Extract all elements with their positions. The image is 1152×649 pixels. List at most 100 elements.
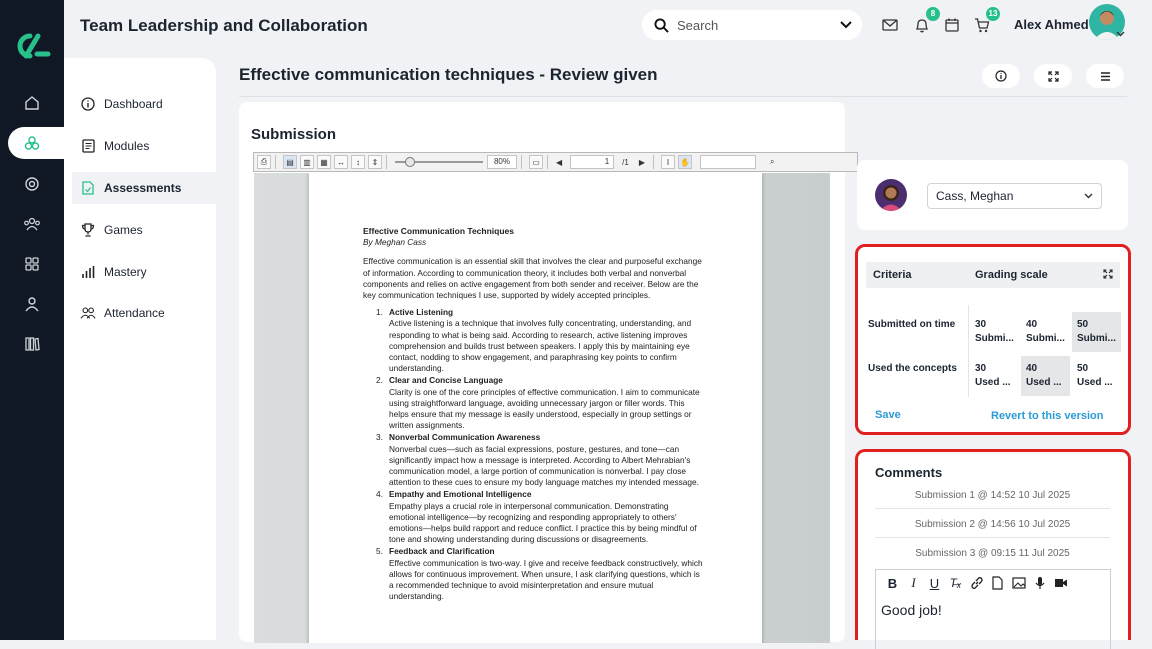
doc-item-title: Active Listening [389, 307, 454, 318]
clear-format-icon[interactable]: T̶ₓ [945, 576, 966, 590]
pdf-page: Effective Communication Techniques By Me… [309, 173, 762, 643]
info-button[interactable] [982, 64, 1020, 88]
document-icon[interactable] [987, 576, 1008, 590]
link-icon[interactable] [966, 576, 987, 590]
video-icon[interactable] [1050, 578, 1071, 588]
rubric-cell-points: 30 [975, 319, 987, 330]
bell-icon[interactable]: 8 [912, 7, 940, 35]
rubric-divider [968, 305, 969, 397]
fullscreen-button[interactable] [1034, 64, 1072, 88]
comments-panel: Comments Submission 1 @ 14:52 10 Jul 202… [855, 449, 1131, 649]
rubric-cell-points: 50 [1077, 319, 1089, 330]
page-title: Effective communication techniques - Rev… [239, 65, 658, 84]
print-icon[interactable]: ⎙ [257, 155, 271, 169]
doc-item-number: 2. [376, 375, 383, 386]
submission-heading: Submission [251, 126, 337, 143]
app-logo[interactable] [12, 32, 52, 60]
trophy-icon [80, 222, 96, 238]
student-avatar [875, 179, 907, 211]
search-box[interactable]: Search [642, 10, 862, 40]
image-icon[interactable] [1008, 577, 1029, 589]
doc-list-item: 5. Feedback and Clarification Effective co… [376, 546, 704, 602]
info-icon [995, 70, 1007, 82]
doc-item-text: Clarity is one of the core principles of… [389, 386, 700, 431]
rubric-cell[interactable]: 30 Used ... [970, 356, 1019, 396]
single-page-icon[interactable]: ▤ [283, 155, 297, 169]
pdf-viewport[interactable]: Effective Communication Techniques By Me… [254, 173, 830, 643]
menu-button[interactable] [1086, 64, 1124, 88]
underline-icon[interactable]: U [924, 576, 945, 591]
courses-icon[interactable] [8, 127, 64, 159]
comment-input[interactable]: Good job! [876, 596, 1110, 624]
thumbnail-grid-icon[interactable]: ▦ [317, 155, 331, 169]
student-select[interactable]: Cass, Meghan [927, 183, 1102, 209]
rubric-header-scale: Grading scale [975, 269, 1048, 281]
prev-page-icon[interactable]: ◀ [556, 158, 562, 167]
fit-width-icon[interactable]: ↔ [334, 155, 348, 169]
revert-button[interactable]: Revert to this version [991, 410, 1103, 422]
presentation-icon[interactable]: ▭ [529, 155, 543, 169]
search-input[interactable]: Search [677, 18, 840, 33]
sidebar-item-label: Mastery [104, 265, 147, 279]
submission-history-item[interactable]: Submission 3 @ 09:15 11 Jul 2025 [875, 548, 1110, 566]
fit-height-icon[interactable]: ↕ [351, 155, 365, 169]
fit-page-icon[interactable]: ⇕ [368, 155, 382, 169]
italic-icon[interactable]: I [903, 575, 924, 591]
chevron-down-icon[interactable] [840, 21, 852, 29]
doc-item-title: Feedback and Clarification [389, 546, 495, 557]
zoom-slider-handle[interactable] [405, 157, 415, 167]
modules-icon [80, 138, 96, 154]
target-icon[interactable] [20, 172, 44, 196]
rubric-cell[interactable]: 30 Submi... [970, 312, 1019, 352]
zoom-slider[interactable] [395, 157, 483, 167]
sidebar-item-mastery[interactable]: Mastery [72, 256, 216, 288]
sidebar-item-dashboard[interactable]: Dashboard [72, 88, 216, 120]
calendar-icon[interactable] [942, 15, 962, 35]
page-input[interactable]: 1 [570, 155, 615, 169]
doc-item-title: Clear and Concise Language [389, 375, 503, 386]
cart-icon[interactable]: 13 [972, 7, 1000, 35]
sidebar-item-assessments[interactable]: Assessments [72, 172, 216, 204]
two-page-icon[interactable]: ▥ [300, 155, 314, 169]
doc-item-number: 3. [376, 432, 383, 443]
student-select-value: Cass, Meghan [936, 189, 1014, 203]
rubric-cell-selected[interactable]: 40 Used ... [1021, 356, 1070, 396]
doc-item-number: 1. [376, 307, 383, 318]
cart-badge: 13 [986, 7, 1000, 21]
toolbar-separator [275, 155, 276, 169]
text-select-icon[interactable]: I [660, 155, 675, 169]
find-icon[interactable]: ⌕ [770, 157, 774, 167]
rubric-cell-label: Submi... [975, 333, 1014, 344]
audio-icon[interactable] [1029, 576, 1050, 590]
grid-icon[interactable] [20, 252, 44, 276]
hand-tool-icon[interactable]: ✋ [677, 155, 692, 169]
groups-icon[interactable] [20, 212, 44, 236]
sidebar-item-attendance[interactable]: Attendance [72, 297, 216, 329]
rubric-cell-selected[interactable]: 50 Submi... [1072, 312, 1121, 352]
bold-icon[interactable]: B [882, 576, 903, 591]
user-icon[interactable] [20, 292, 44, 316]
doc-list-item: 1. Active Listening Active listening is a … [376, 307, 704, 374]
doc-list-item: 2. Clear and Concise Language Clarity is o… [376, 375, 704, 431]
user-menu-chevron-icon[interactable] [1116, 31, 1125, 37]
rubric-cell[interactable]: 40 Submi... [1021, 312, 1070, 352]
mail-icon[interactable] [880, 15, 900, 35]
course-title: Team Leadership and Collaboration [80, 16, 368, 35]
next-page-icon[interactable]: ▶ [639, 158, 645, 167]
zoom-level[interactable]: 80% [487, 155, 517, 169]
notification-badge: 8 [926, 7, 940, 21]
sidebar-item-games[interactable]: Games [72, 214, 216, 246]
chevron-down-icon [1084, 193, 1093, 199]
submission-history-item[interactable]: Submission 2 @ 14:56 10 Jul 2025 [875, 519, 1110, 538]
find-input[interactable] [699, 155, 756, 169]
home-icon[interactable] [20, 91, 44, 115]
rubric-cell[interactable]: 50 Used ... [1072, 356, 1121, 396]
library-icon[interactable] [20, 332, 44, 356]
save-button[interactable]: Save [875, 409, 901, 421]
user-name[interactable]: Alex Ahmed [1014, 17, 1089, 32]
icon-rail [0, 0, 64, 640]
sidebar-item-modules[interactable]: Modules [72, 130, 216, 162]
submission-history-item[interactable]: Submission 1 @ 14:52 10 Jul 2025 [875, 490, 1110, 509]
expand-icon[interactable] [1103, 269, 1113, 279]
expand-icon [1047, 70, 1059, 82]
